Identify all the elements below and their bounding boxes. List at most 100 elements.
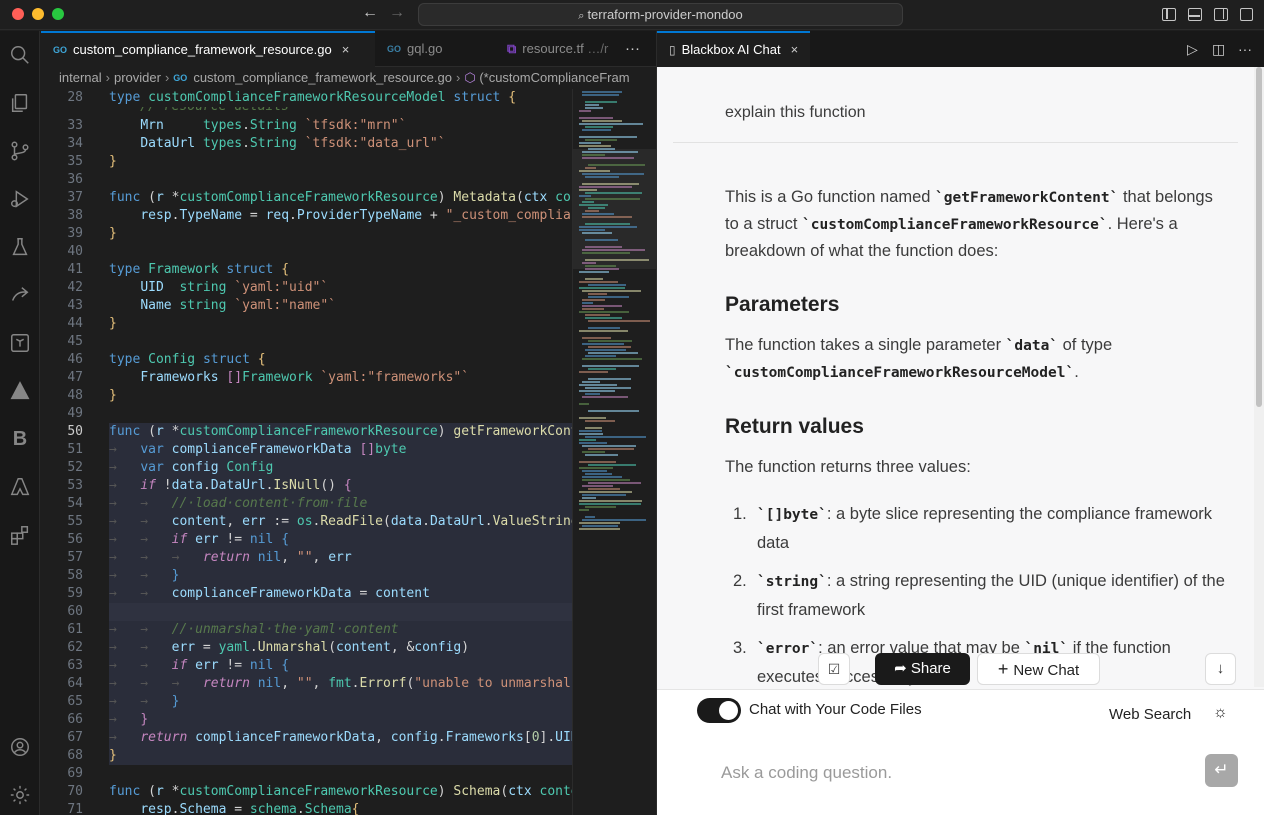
breadcrumb-item[interactable]: provider xyxy=(114,70,161,85)
toggle-panel-icon[interactable] xyxy=(1188,8,1202,21)
more-actions-icon[interactable]: ··· xyxy=(625,31,640,67)
minimap-line xyxy=(579,384,617,386)
minimap-line xyxy=(582,216,632,218)
code-line: 58 → → } xyxy=(41,567,572,585)
tab-resource-tf[interactable]: ⧉ resource.tf …/r xyxy=(497,31,619,67)
breadcrumb-item[interactable]: internal xyxy=(59,70,102,85)
close-icon[interactable]: × xyxy=(791,42,799,57)
chat-panel: explain this function This is a Go funct… xyxy=(656,67,1264,815)
search-icon[interactable] xyxy=(6,41,34,69)
run-icon[interactable]: ▷ xyxy=(1187,31,1198,67)
checkbox-icon: ☑ xyxy=(827,661,841,677)
tab-gql[interactable]: GO gql.go xyxy=(375,31,493,67)
code-editor[interactable]: 28 type customComplianceFrameworkResource… xyxy=(41,89,572,815)
scrollbar-thumb[interactable] xyxy=(1256,67,1262,407)
minimap-line xyxy=(585,101,617,103)
code-line: 53 → if !data.DataUrl.IsNull() { xyxy=(41,477,572,495)
chat-scrollbar[interactable] xyxy=(1254,67,1264,687)
minimap-line xyxy=(585,506,616,508)
code-line: 67 → return complianceFrameworkData, conf… xyxy=(67,729,572,747)
customize-layout-icon[interactable] xyxy=(1240,8,1253,21)
minimap-line xyxy=(579,509,589,511)
accounts-icon[interactable] xyxy=(6,733,34,761)
toggle-primary-sidebar-icon[interactable] xyxy=(1162,8,1176,21)
command-center-search[interactable]: ⌕ terraform-provider-mondoo xyxy=(418,3,903,26)
code-files-toggle[interactable] xyxy=(697,698,741,723)
minimap-line xyxy=(585,246,622,248)
code-line: 50 func (r *customComplianceFrameworkReso… xyxy=(67,423,572,441)
more-actions-icon[interactable]: ··· xyxy=(1238,31,1252,67)
code-files-toggle-label: Chat with Your Code Files xyxy=(749,701,922,718)
scroll-down-button[interactable]: ↓ xyxy=(1205,653,1236,685)
back-arrow-icon[interactable]: ← xyxy=(362,4,378,22)
maximize-window-button[interactable] xyxy=(52,8,64,20)
minimap-line xyxy=(579,439,596,441)
select-checkbox-button[interactable]: ☑ xyxy=(818,653,850,685)
close-icon[interactable]: × xyxy=(342,42,350,57)
minimap-line xyxy=(585,268,619,270)
minimap-line xyxy=(588,482,641,484)
send-button[interactable]: ↵ xyxy=(1205,754,1238,787)
minimap-line xyxy=(579,417,606,419)
new-chat-button[interactable]: + New Chat xyxy=(977,653,1100,685)
triangle-extension-icon[interactable] xyxy=(6,377,34,405)
code-line: 44} xyxy=(67,316,117,331)
tab-label: resource.tf xyxy=(522,41,584,56)
code-line: 40 xyxy=(67,244,83,259)
blackbox-icon[interactable]: B xyxy=(6,425,34,453)
minimap-line xyxy=(582,305,622,307)
code-line: 63 → → if err != nil { xyxy=(41,657,572,675)
minimap-line xyxy=(579,226,637,228)
terraform-file-icon: ⧉ xyxy=(507,41,517,56)
terraform-icon[interactable] xyxy=(6,329,34,357)
close-window-button[interactable] xyxy=(12,8,24,20)
extensions-icon[interactable] xyxy=(6,521,34,549)
tab-custom-compliance-framework[interactable]: GO custom_compliance_framework_resource.g… xyxy=(41,31,375,67)
split-editor-icon[interactable]: ◫ xyxy=(1212,31,1225,67)
source-control-icon[interactable] xyxy=(6,137,34,165)
parameters-text: The function takes a single parameter `d… xyxy=(725,336,1113,381)
minimap-line xyxy=(588,164,645,166)
minimap-line xyxy=(585,314,610,316)
ask-question-input[interactable] xyxy=(721,760,1181,786)
minimap-line xyxy=(582,343,624,345)
code-line: 35} xyxy=(67,154,117,169)
minimap-line xyxy=(588,284,626,286)
code-line: 36 xyxy=(67,172,83,187)
minimap-line xyxy=(579,271,609,273)
settings-gear-icon[interactable] xyxy=(6,781,34,809)
azure-icon[interactable] xyxy=(6,473,34,501)
minimap-line xyxy=(585,239,618,241)
minimap-line xyxy=(579,467,613,469)
minimize-window-button[interactable] xyxy=(32,8,44,20)
minimap-line xyxy=(585,265,616,267)
breadcrumb-item[interactable]: (*customComplianceFram xyxy=(479,70,629,85)
web-search-button[interactable]: Web Search xyxy=(1109,706,1191,723)
minimap-line xyxy=(588,320,650,322)
run-debug-icon[interactable] xyxy=(6,185,34,213)
share-button[interactable]: ➦ Share xyxy=(875,653,970,685)
minimap-line xyxy=(585,387,631,389)
minimap-line xyxy=(579,110,591,112)
code-line: // resource details xyxy=(41,107,572,117)
code-line: 41 type Framework struct { xyxy=(67,262,290,277)
minimap-line xyxy=(582,262,596,264)
minimap-line xyxy=(588,368,616,370)
minimap-line xyxy=(582,497,596,499)
minimap-line xyxy=(579,430,602,432)
tab-blackbox-ai-chat[interactable]: ▯ Blackbox AI Chat × xyxy=(657,31,811,67)
minimap-line xyxy=(585,176,619,178)
minimap-line xyxy=(588,340,632,342)
explorer-icon[interactable] xyxy=(6,89,34,117)
forward-arrow-icon[interactable]: → xyxy=(389,4,405,22)
testing-icon[interactable] xyxy=(6,233,34,261)
toggle-secondary-sidebar-icon[interactable] xyxy=(1214,8,1228,21)
code-line: 54 → → //·load·content·from·file xyxy=(41,495,572,513)
minimap-line xyxy=(588,293,607,295)
breadcrumb-item[interactable]: custom_compliance_framework_resource.go xyxy=(193,70,452,85)
minimap[interactable] xyxy=(572,89,657,815)
remote-explorer-icon[interactable] xyxy=(6,281,34,309)
minimap-line xyxy=(582,445,636,447)
minimap-line xyxy=(585,454,618,456)
sun-icon[interactable]: ☼ xyxy=(1213,704,1228,722)
